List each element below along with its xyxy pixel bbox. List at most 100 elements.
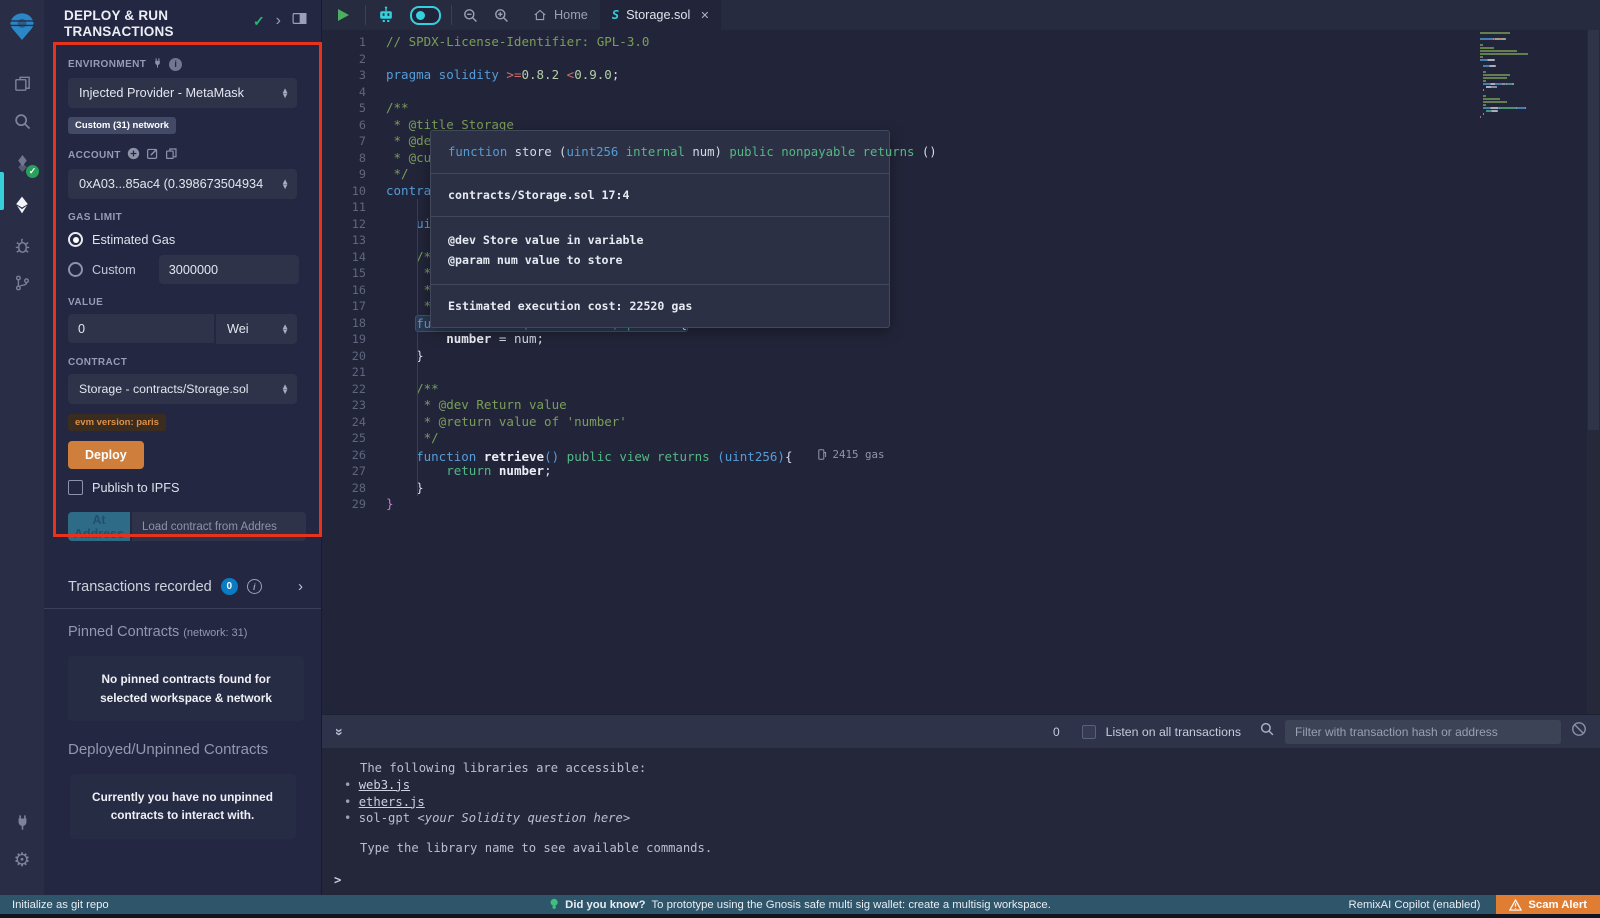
line-number[interactable]: 29 — [322, 496, 386, 513]
code-line[interactable]: // SPDX-License-Identifier: GPL-3.0 — [386, 34, 1470, 51]
line-number[interactable]: 3 — [322, 67, 386, 84]
code-line[interactable] — [386, 51, 1470, 68]
solidity-compiler-icon[interactable]: ✓ — [0, 144, 44, 182]
line-number-gutter[interactable]: 1234567891011121314151617181920212223242… — [322, 34, 386, 513]
plugin-manager-icon[interactable] — [0, 803, 44, 841]
transactions-expand-icon[interactable]: › — [298, 578, 303, 595]
tab-home[interactable]: Home — [521, 0, 600, 30]
code-line[interactable]: /** — [386, 381, 1470, 398]
custom-gas-option[interactable]: Custom — [68, 262, 136, 277]
account-select[interactable]: 0xA03...85ac4 (0.398673504934 ▲▼ — [68, 169, 297, 199]
at-address-button[interactable]: At Address — [68, 512, 130, 541]
transactions-recorded-row[interactable]: Transactions recorded 0 i › — [44, 563, 321, 609]
run-script-icon[interactable] — [322, 0, 362, 30]
value-unit-select[interactable]: Wei ▲▼ — [216, 314, 297, 344]
line-number[interactable]: 8 — [322, 150, 386, 167]
line-number[interactable]: 25 — [322, 430, 386, 447]
code-line[interactable]: } — [386, 480, 1470, 497]
sign-message-icon[interactable] — [146, 147, 159, 163]
code-line[interactable]: function retrieve() public view returns … — [386, 447, 1470, 464]
code-line[interactable]: * @dev Return value — [386, 397, 1470, 414]
pin-panel-icon[interactable] — [292, 12, 307, 30]
line-number[interactable]: 2 — [322, 51, 386, 68]
estimated-gas-option[interactable]: Estimated Gas — [68, 232, 297, 247]
editor-scrollbar[interactable] — [1587, 30, 1600, 714]
line-number[interactable]: 24 — [322, 414, 386, 431]
line-number[interactable]: 19 — [322, 331, 386, 348]
at-address-input[interactable] — [132, 512, 306, 541]
clear-console-icon[interactable] — [1571, 721, 1587, 742]
code-line[interactable]: /** — [386, 100, 1470, 117]
plug-icon[interactable] — [152, 57, 163, 72]
scam-alert-button[interactable]: Scam Alert — [1496, 895, 1600, 914]
line-number[interactable]: 26 — [322, 447, 386, 464]
scrollbar-thumb[interactable] — [1588, 30, 1599, 430]
code-editor[interactable]: 1234567891011121314151617181920212223242… — [322, 30, 1600, 714]
line-number[interactable]: 22 — [322, 381, 386, 398]
line-number[interactable]: 16 — [322, 282, 386, 299]
line-number[interactable]: 27 — [322, 463, 386, 480]
copy-account-icon[interactable] — [165, 147, 178, 163]
web3-link[interactable]: web3.js — [359, 778, 410, 792]
code-line[interactable] — [386, 364, 1470, 381]
custom-gas-radio[interactable] — [68, 262, 83, 277]
line-number[interactable]: 1 — [322, 34, 386, 51]
code-line[interactable]: */ — [386, 430, 1470, 447]
zoom-out-icon[interactable] — [455, 0, 486, 30]
file-explorer-icon[interactable] — [0, 64, 44, 102]
code-line[interactable]: } — [386, 496, 1470, 513]
terminal-output[interactable]: The following libraries are accessible: … — [322, 748, 1600, 895]
remix-logo[interactable] — [0, 6, 44, 46]
code-line[interactable]: number = num; — [386, 331, 1470, 348]
publish-ipfs-checkbox[interactable] — [68, 480, 83, 495]
line-number[interactable]: 5 — [322, 100, 386, 117]
code-line[interactable]: * @return value of 'number' — [386, 414, 1470, 431]
terminal-filter-input[interactable] — [1285, 720, 1561, 744]
close-tab-icon[interactable]: ✕ — [700, 9, 709, 22]
zoom-in-icon[interactable] — [486, 0, 517, 30]
transactions-info-icon[interactable]: i — [247, 579, 262, 594]
estimated-gas-radio[interactable] — [68, 232, 83, 247]
panel-collapse-icon[interactable]: › — [276, 15, 281, 27]
publish-ipfs-option[interactable]: Publish to IPFS — [68, 480, 297, 495]
line-number[interactable]: 15 — [322, 265, 386, 282]
settings-icon[interactable]: ⚙ — [0, 841, 44, 879]
line-number[interactable]: 14 — [322, 249, 386, 266]
code-line[interactable]: pragma solidity >=0.8.2 <0.9.0; — [386, 67, 1470, 84]
git-icon[interactable] — [0, 264, 44, 302]
copilot-status[interactable]: RemixAI Copilot (enabled) — [1349, 899, 1481, 911]
line-number[interactable]: 23 — [322, 397, 386, 414]
line-number[interactable]: 13 — [322, 232, 386, 249]
code-line[interactable]: return number; — [386, 463, 1470, 480]
line-number[interactable]: 9 — [322, 166, 386, 183]
line-number[interactable]: 20 — [322, 348, 386, 365]
terminal-collapse-icon[interactable]: » — [332, 728, 348, 736]
line-number[interactable]: 12 — [322, 216, 386, 233]
terminal-prompt[interactable]: > — [334, 873, 341, 887]
remix-ai-icon[interactable] — [369, 0, 403, 30]
line-number[interactable]: 4 — [322, 84, 386, 101]
search-icon[interactable] — [0, 102, 44, 140]
line-number[interactable]: 17 — [322, 298, 386, 315]
ethers-link[interactable]: ethers.js — [359, 795, 425, 809]
copilot-toggle[interactable] — [403, 0, 448, 30]
line-number[interactable]: 18 — [322, 315, 386, 332]
deploy-button[interactable]: Deploy — [68, 441, 144, 469]
contract-select[interactable]: Storage - contracts/Storage.sol ▲▼ — [68, 374, 297, 404]
debugger-icon[interactable] — [0, 226, 44, 264]
environment-info-icon[interactable]: i — [169, 58, 182, 71]
deploy-run-icon[interactable] — [0, 186, 44, 224]
line-number[interactable]: 7 — [322, 133, 386, 150]
tab-storage-sol[interactable]: S Storage.sol ✕ — [600, 0, 722, 30]
line-number[interactable]: 11 — [322, 199, 386, 216]
code-line[interactable] — [386, 84, 1470, 101]
value-input[interactable] — [68, 314, 214, 343]
git-init-status[interactable]: Initialize as git repo — [0, 899, 109, 911]
minimap[interactable] — [1480, 32, 1584, 119]
custom-gas-input[interactable] — [159, 255, 299, 284]
line-number[interactable]: 28 — [322, 480, 386, 497]
add-account-icon[interactable] — [127, 147, 140, 163]
line-number[interactable]: 21 — [322, 364, 386, 381]
line-number[interactable]: 6 — [322, 117, 386, 134]
code-line[interactable]: } — [386, 348, 1470, 365]
